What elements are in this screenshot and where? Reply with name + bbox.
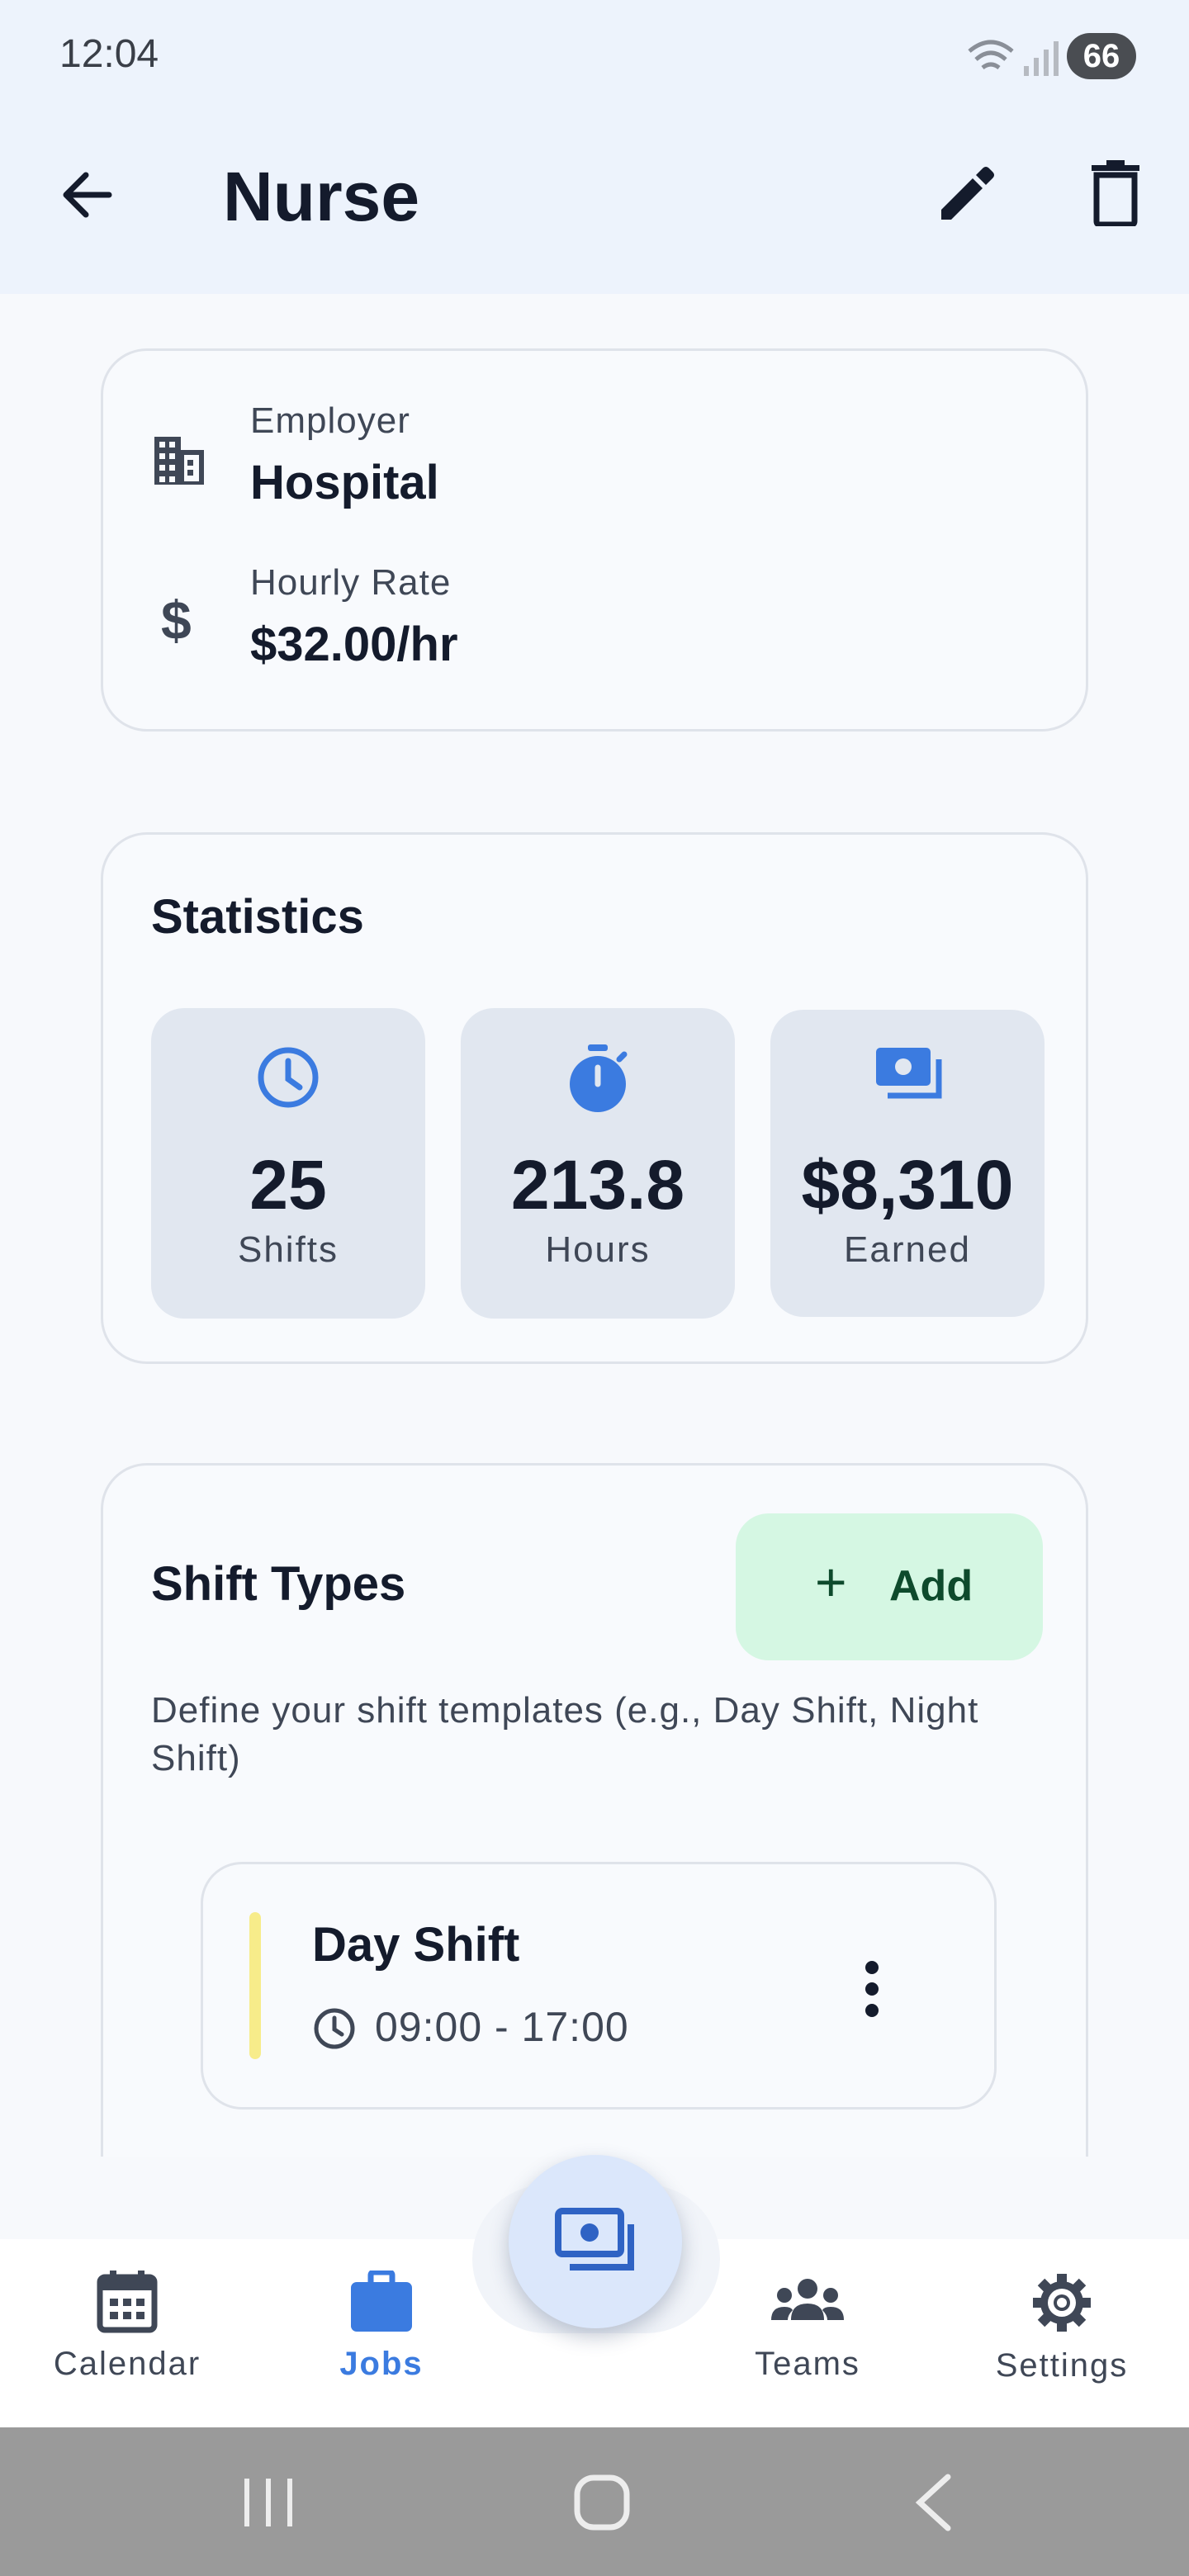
stat-value: 25 [249, 1146, 327, 1224]
stat-tile-hours: 213.8 Hours [461, 1008, 735, 1319]
employer-label: Employer [250, 400, 410, 441]
app-bar: Nurse [0, 116, 1189, 294]
back-nav-icon[interactable] [912, 2474, 953, 2531]
gear-icon [1033, 2274, 1091, 2332]
back-arrow-icon[interactable] [58, 165, 117, 225]
people-icon [771, 2279, 844, 2320]
system-navigation-bar [0, 2427, 1189, 2576]
hourly-rate-value: $32.00/hr [250, 618, 458, 671]
shift-color-bar [249, 1912, 261, 2059]
stat-label: Earned [844, 1229, 971, 1270]
status-time: 12:04 [59, 32, 159, 76]
signal-icon [1024, 41, 1059, 76]
nav-label: Calendar [53, 2346, 201, 2382]
nav-label: Jobs [339, 2346, 424, 2382]
stat-value: $8,310 [801, 1146, 1014, 1224]
calendar-icon [97, 2271, 158, 2333]
nav-item-settings[interactable]: Settings [955, 2271, 1169, 2384]
stat-value: 213.8 [510, 1146, 685, 1224]
stat-tile-earned: $8,310 Earned [770, 1010, 1045, 1317]
shift-types-card: Shift Types + Add Define your shift temp… [101, 1463, 1088, 2157]
add-label: Add [889, 1562, 973, 1610]
statistics-title: Statistics [151, 890, 364, 944]
status-bar: 12:04 66 [0, 0, 1189, 116]
delete-trash-icon[interactable] [1090, 160, 1141, 226]
money-icon [876, 1048, 942, 1099]
stat-label: Hours [545, 1229, 651, 1270]
employer-value: Hospital [250, 456, 439, 509]
building-icon [154, 437, 204, 485]
add-earnings-fab[interactable] [509, 2155, 682, 2328]
nav-label: Settings [995, 2347, 1129, 2384]
dollar-icon: $ [161, 590, 192, 651]
edit-pencil-icon[interactable] [935, 162, 997, 225]
job-detail-content[interactable]: Employer Hospital $ Hourly Rate $32.00/h… [0, 294, 1189, 2157]
more-vert-icon[interactable] [864, 1960, 880, 2018]
timer-icon [570, 1044, 628, 1112]
home-icon[interactable] [573, 2474, 631, 2531]
nav-item-teams[interactable]: Teams [700, 2271, 915, 2383]
shift-type-item[interactable]: Day Shift 09:00 - 17:00 [201, 1862, 997, 2110]
wifi-icon [968, 40, 1014, 70]
shift-time: 09:00 - 17:00 [375, 2004, 629, 2050]
plus-icon: + [815, 1551, 847, 1612]
nav-item-calendar[interactable]: Calendar [20, 2271, 234, 2383]
add-shift-type-button[interactable]: + Add [736, 1513, 1043, 1660]
money-icon [555, 2208, 634, 2271]
hourly-rate-label: Hourly Rate [250, 562, 452, 603]
recent-apps-icon[interactable] [239, 2475, 297, 2530]
clock-icon [258, 1047, 319, 1108]
battery-indicator: 66 [1067, 33, 1136, 79]
shift-types-description: Define your shift templates (e.g., Day S… [151, 1690, 979, 1778]
shift-types-title: Shift Types [151, 1557, 406, 1611]
page-title: Nurse [223, 158, 420, 235]
job-info-card: Employer Hospital $ Hourly Rate $32.00/h… [101, 348, 1088, 732]
stat-label: Shifts [237, 1229, 339, 1270]
nav-label: Teams [755, 2346, 860, 2382]
briefcase-icon [351, 2269, 412, 2332]
clock-icon [314, 2008, 355, 2049]
statistics-card: Statistics 25 Shifts 213.8 Hours $8,310 … [101, 832, 1088, 1364]
stat-tile-shifts: 25 Shifts [151, 1008, 425, 1319]
shift-name: Day Shift [312, 1918, 520, 1972]
nav-item-jobs[interactable]: Jobs [274, 2269, 489, 2383]
